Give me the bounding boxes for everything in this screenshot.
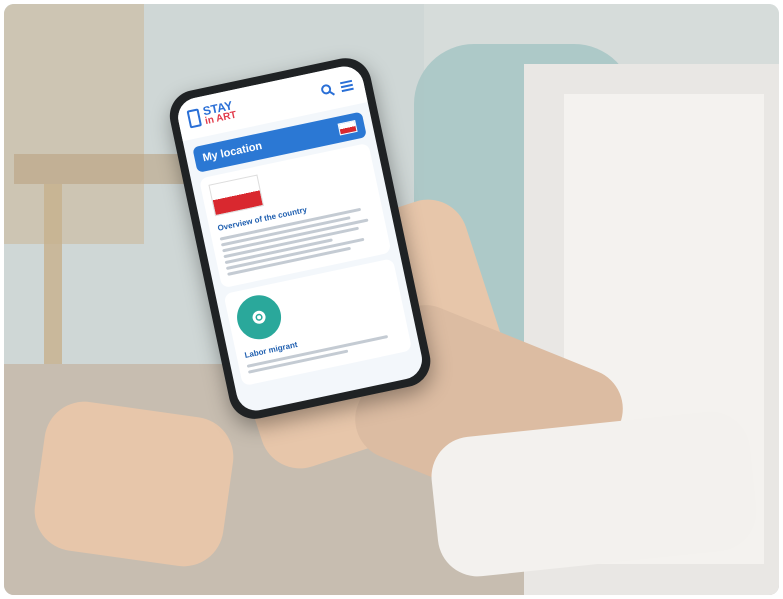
menu-icon[interactable] xyxy=(339,78,356,95)
gear-badge xyxy=(232,291,286,344)
gear-icon xyxy=(252,310,266,324)
logo-mark-icon xyxy=(186,108,203,129)
search-icon[interactable] xyxy=(319,82,336,99)
logo-text: STAY in ART xyxy=(202,98,238,127)
poland-flag-large xyxy=(208,174,264,217)
smartphone: STAY in ART My location Overview of the … xyxy=(165,53,436,424)
header-actions xyxy=(319,78,355,99)
poland-flag-icon[interactable] xyxy=(337,119,358,136)
phone-screen: STAY in ART My location Overview of the … xyxy=(174,62,426,415)
phone-overlay: STAY in ART My location Overview of the … xyxy=(0,0,783,599)
app-logo[interactable]: STAY in ART xyxy=(186,98,238,130)
location-title: My location xyxy=(201,140,264,165)
